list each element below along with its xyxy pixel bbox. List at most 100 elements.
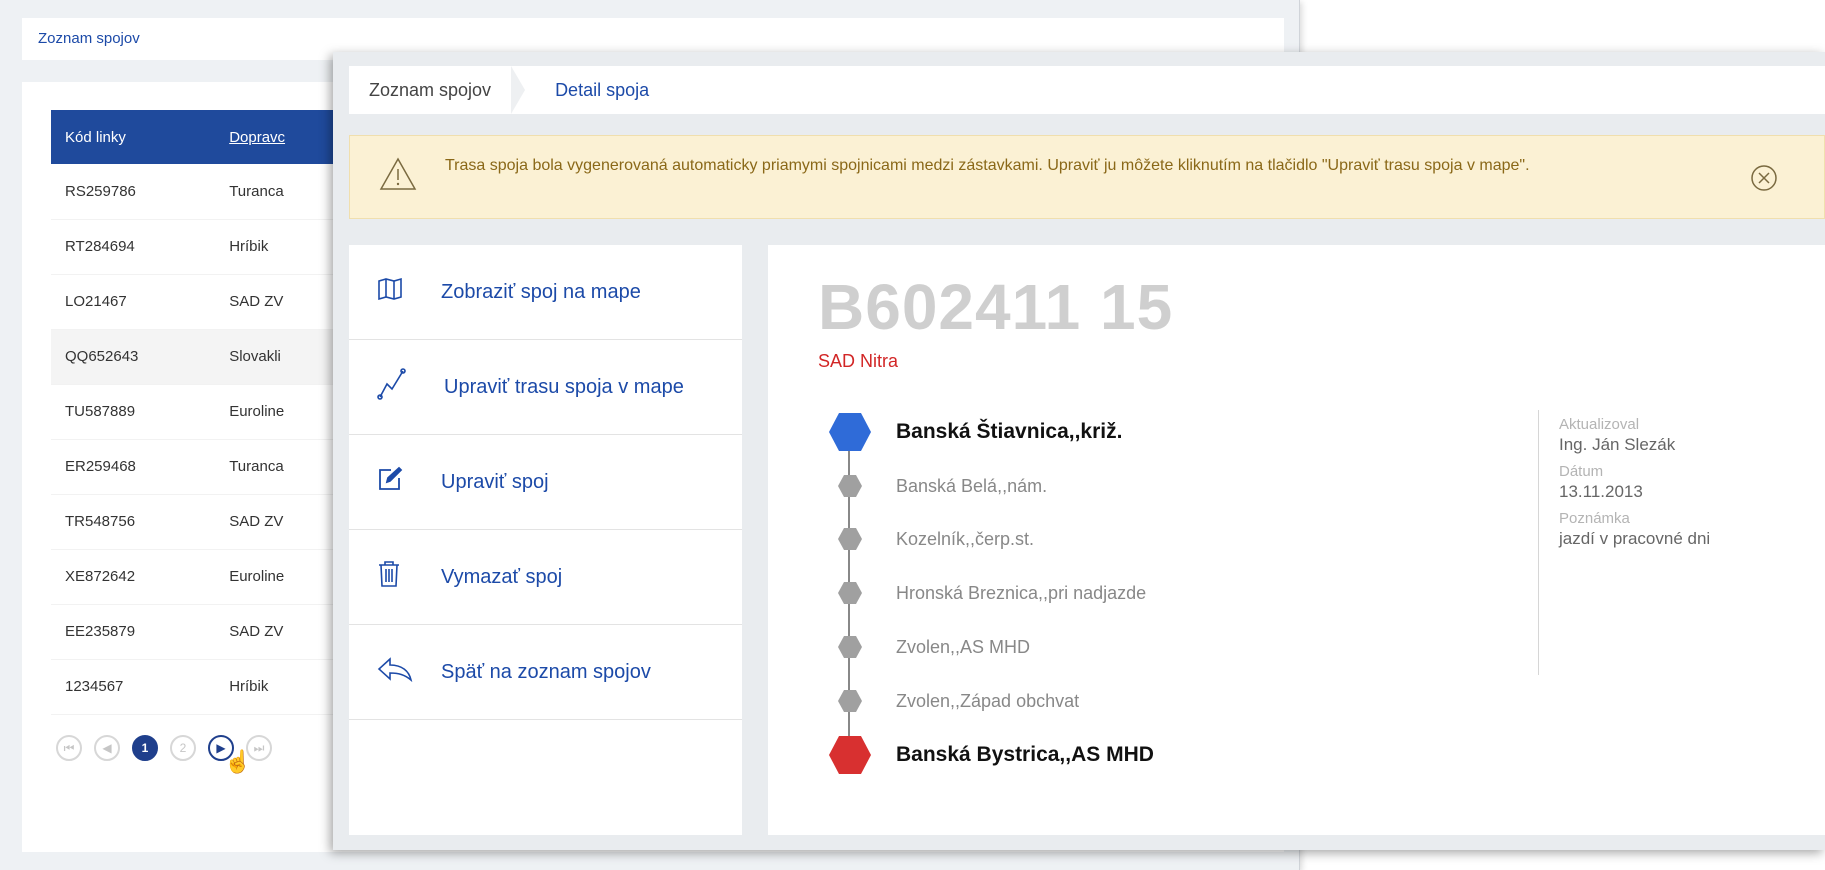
first-page-icon: ⏮ <box>63 740 75 755</box>
first-page-button[interactable]: ⏮ <box>56 735 82 761</box>
carrier-cell: Turanca <box>215 164 351 220</box>
note-value: jazdí v pracovné dni <box>1559 529 1711 548</box>
menu-item-label: Upraviť spoj <box>441 470 549 493</box>
carrier-cell: Slovakli <box>215 329 351 385</box>
route-warning-alert: Trasa spoja bola vygenerovaná automatick… <box>349 135 1825 219</box>
stop-marker-icon <box>838 475 862 497</box>
route-stop: Kozelník,,čerp.st. <box>828 519 1034 559</box>
carrier-cell: Hríbik <box>215 219 351 275</box>
connection-detail-panel: B602411 15 SAD Nitra Banská Štiavnica,,k… <box>768 245 1825 835</box>
column-header-line-code[interactable]: Kód linky <box>51 110 216 164</box>
table-header-row: Kód linky Dopravc <box>51 110 351 164</box>
line-code-cell: ER259468 <box>51 439 216 495</box>
route-stop: Hronská Breznica,,pri nadjazde <box>828 573 1146 613</box>
back-to-list-button[interactable]: Späť na zoznam spojov <box>349 625 742 720</box>
stop-name: Zvolen,,Západ obchvat <box>896 690 1080 711</box>
line-code-title: B602411 15 <box>818 271 1174 343</box>
route-stop: Zvolen,,Západ obchvat <box>828 681 1079 721</box>
date-label: Dátum <box>1559 463 1604 480</box>
carrier-cell: Euroline <box>215 549 351 605</box>
close-circle-icon <box>1751 165 1777 191</box>
next-page-button[interactable]: ▶ ☝ <box>208 735 251 774</box>
table-row[interactable]: XE872642 Euroline <box>51 549 351 605</box>
stop-name: Hronská Breznica,,pri nadjazde <box>896 582 1147 603</box>
line-code-cell: TU587889 <box>51 384 216 440</box>
carrier-cell: Hríbik <box>215 659 351 715</box>
route-edit-icon <box>377 367 407 407</box>
menu-item-label: Upraviť trasu spoja v mape <box>444 375 684 398</box>
line-code-cell: 1234567 <box>51 659 216 715</box>
route-stop: Zvolen,,AS MHD <box>828 627 1030 667</box>
connection-detail-window: Zoznam spojov Detail spoja Trasa spoja b… <box>333 52 1825 850</box>
warning-icon <box>378 156 418 197</box>
page-button-1[interactable]: 1 <box>132 735 158 761</box>
table-row[interactable]: RT284694 Hríbik <box>51 219 351 275</box>
carrier-cell: SAD ZV <box>215 494 351 550</box>
close-alert-button[interactable] <box>1750 164 1778 197</box>
actions-menu: Zobraziť spoj na mape Upraviť trasu spoj… <box>349 245 742 835</box>
stop-name: Zvolen,,AS MHD <box>896 636 1031 657</box>
table-row[interactable]: EE235879 SAD ZV <box>51 604 351 660</box>
carrier-cell: Euroline <box>215 384 351 440</box>
carrier-cell: SAD ZV <box>215 604 351 660</box>
carrier-cell: SAD ZV <box>215 274 351 330</box>
end-stop-marker-icon <box>829 736 871 774</box>
line-code-cell: RS259786 <box>51 164 216 220</box>
stop-name: Kozelník,,čerp.st. <box>896 528 1035 549</box>
table-row[interactable]: ER259468 Turanca <box>51 439 351 495</box>
map-icon <box>377 277 403 307</box>
stop-marker-icon <box>838 690 862 712</box>
line-code-cell: TR548756 <box>51 494 216 550</box>
edit-connection-button[interactable]: Upraviť spoj <box>349 435 742 530</box>
breadcrumb: Zoznam spojov Detail spoja <box>349 66 1825 114</box>
stop-name: Banská Štiavnica,,križ. <box>896 420 1123 443</box>
start-stop-marker-icon <box>829 413 871 451</box>
updated-by-label: Aktualizoval <box>1559 416 1640 433</box>
line-code-cell: XE872642 <box>51 549 216 605</box>
breadcrumb-item-list[interactable]: Zoznam spojov <box>349 66 511 114</box>
line-code-cell: EE235879 <box>51 604 216 660</box>
column-header-carrier[interactable]: Dopravc <box>215 110 351 164</box>
stop-name: Banská Belá,,nám. <box>896 475 1048 496</box>
table-row[interactable]: RS259786 Turanca <box>51 164 351 220</box>
line-code-cell: LO21467 <box>51 274 216 330</box>
table-row[interactable]: TU587889 Euroline <box>51 384 351 440</box>
line-code-cell: QQ652643 <box>51 329 216 385</box>
edit-route-on-map-button[interactable]: Upraviť trasu spoja v mape <box>349 340 742 435</box>
delete-connection-button[interactable]: Vymazať spoj <box>349 530 742 625</box>
breadcrumb-separator <box>511 66 526 114</box>
carrier-cell: Turanca <box>215 439 351 495</box>
note-label: Poznámka <box>1559 510 1630 527</box>
route-stop-start: Banská Štiavnica,,križ. <box>828 412 1122 452</box>
prev-page-button[interactable]: ◀ <box>94 735 120 761</box>
show-on-map-button[interactable]: Zobraziť spoj na mape <box>349 245 742 340</box>
menu-item-label: Vymazať spoj <box>441 565 563 588</box>
prev-page-icon: ◀ <box>102 741 112 755</box>
page-button-2[interactable]: 2 <box>170 735 196 761</box>
pagination: ⏮ ◀ 1 2 ▶ ☝ ⏭ <box>56 735 272 774</box>
menu-item-label: Späť na zoznam spojov <box>441 660 651 683</box>
connection-metadata: Aktualizoval Ing. Ján Slezák Dátum 13.11… <box>1538 410 1808 675</box>
stop-marker-icon <box>838 636 862 658</box>
stop-marker-icon <box>838 582 862 604</box>
edit-icon <box>377 466 403 498</box>
trash-icon <box>377 560 401 594</box>
menu-item-label: Zobraziť spoj na mape <box>441 280 641 303</box>
hand-cursor-icon: ☝ <box>224 749 252 774</box>
route-stop-end: Banská Bystrica,,AS MHD <box>828 735 1154 775</box>
route-stop-list: Banská Štiavnica,,križ. Banská Belá,,nám… <box>828 405 1468 805</box>
table-row[interactable]: 1234567 Hríbik <box>51 659 351 715</box>
back-arrow-icon <box>377 656 413 688</box>
updated-by-value: Ing. Ján Slezák <box>1559 435 1676 454</box>
route-stop: Banská Belá,,nám. <box>828 466 1047 506</box>
stop-name: Banská Bystrica,,AS MHD <box>896 743 1154 766</box>
date-value: 13.11.2013 <box>1559 482 1643 501</box>
last-page-icon: ⏭ <box>253 740 265 755</box>
breadcrumb-item-detail: Detail spoja <box>555 80 650 100</box>
connections-table: Kód linky Dopravc RS259786 Turanca RT2846… <box>51 110 351 715</box>
operator-name: SAD Nitra <box>818 351 899 371</box>
table-row[interactable]: TR548756 SAD ZV <box>51 494 351 550</box>
line-code-cell: RT284694 <box>51 219 216 275</box>
table-row[interactable]: LO21467 SAD ZV <box>51 274 351 330</box>
table-row[interactable]: QQ652643 Slovakli <box>51 329 351 385</box>
